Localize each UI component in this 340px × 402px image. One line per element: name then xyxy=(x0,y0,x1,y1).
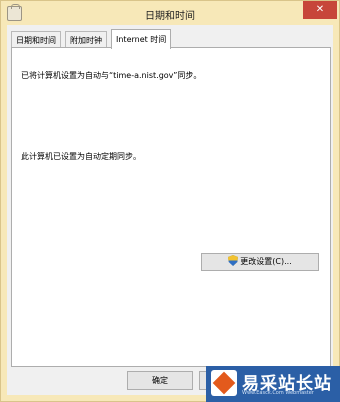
uac-shield-icon xyxy=(228,255,239,266)
internet-time-panel: 已将计算机设置为自动与“time-a.nist.gov”同步。 此计算机已设置为… xyxy=(11,47,331,367)
title-bar[interactable]: 日期和时间 ✕ xyxy=(1,1,339,25)
tab-internet-time[interactable]: Internet 时间 xyxy=(111,29,172,49)
schedule-status-text: 此计算机已设置为自动定期同步。 xyxy=(21,152,141,161)
close-button[interactable]: ✕ xyxy=(303,1,337,19)
watermark-subtext: Www.Easck.Com Webmaster xyxy=(242,390,314,396)
sync-status-text: 已将计算机设置为自动与“time-a.nist.gov”同步。 xyxy=(21,71,202,80)
site-logo-icon xyxy=(211,370,237,396)
watermark-logo: 易采站长站 Www.Easck.Com Webmaster xyxy=(206,366,340,402)
date-time-dialog: 日期和时间 ✕ 日期和时间 附加时钟 Internet 时间 已将计算机设置为自… xyxy=(0,0,340,402)
ok-button[interactable]: 确定 xyxy=(127,371,193,390)
change-settings-label: 更改设置(C)... xyxy=(240,257,292,266)
change-settings-button[interactable]: 更改设置(C)... xyxy=(201,253,319,271)
dialog-body: 日期和时间 附加时钟 Internet 时间 已将计算机设置为自动与“time-… xyxy=(7,25,333,395)
window-title: 日期和时间 xyxy=(145,11,195,22)
